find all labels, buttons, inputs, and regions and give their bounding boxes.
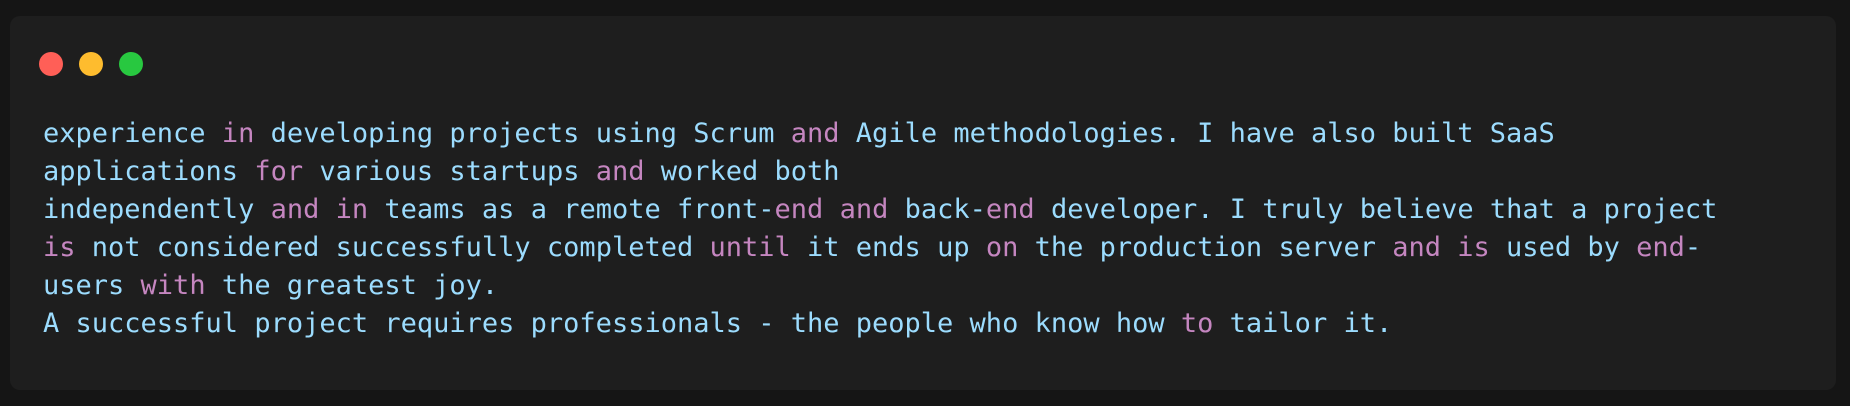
code-text: tailor it. xyxy=(1213,308,1393,339)
code-text: independently xyxy=(43,194,271,225)
code-keyword: until xyxy=(709,232,791,263)
code-keyword: end xyxy=(1636,232,1685,263)
maximize-button[interactable] xyxy=(119,52,143,76)
code-text: the production server xyxy=(1018,232,1393,263)
code-line: A successful project requires profession… xyxy=(43,305,1823,343)
code-text: applications xyxy=(43,156,255,187)
code-keyword: end xyxy=(774,194,824,225)
code-text: - xyxy=(1684,232,1702,263)
code-text: A successful project requires profession… xyxy=(43,308,1181,339)
code-keyword: with xyxy=(140,270,206,301)
code-keyword: and xyxy=(839,194,889,225)
code-text: Agile methodologies. I have also built S… xyxy=(839,118,1555,149)
code-text: the greatest joy. xyxy=(205,270,499,301)
code-keyword: for xyxy=(254,156,304,187)
code-keyword: to xyxy=(1180,308,1214,339)
code-text: worked both xyxy=(644,156,840,187)
code-line: is not considered successfully completed… xyxy=(43,229,1823,267)
code-text: various startups xyxy=(303,156,596,187)
code-line: applications for various startups and wo… xyxy=(43,153,1823,191)
code-window: experience in developing projects using … xyxy=(10,16,1836,390)
minimize-button[interactable] xyxy=(79,52,103,76)
close-button[interactable] xyxy=(39,52,63,76)
code-keyword: end xyxy=(985,194,1035,225)
code-text: developer. I truly believe that a projec… xyxy=(1034,194,1718,225)
code-text: it ends up xyxy=(790,232,986,263)
code-keyword: is xyxy=(43,232,76,263)
code-keyword: and xyxy=(790,118,840,149)
code-text: teams as a remote front- xyxy=(368,194,775,225)
code-text: not considered successfully completed xyxy=(75,232,710,263)
code-line: users with the greatest joy. xyxy=(43,267,1823,305)
code-keyword: on xyxy=(985,232,1019,263)
code-text: experience xyxy=(43,118,222,149)
code-keyword: in xyxy=(221,118,255,149)
code-keyword: is xyxy=(1457,232,1490,263)
code-text: users xyxy=(43,270,141,301)
code-text: back- xyxy=(888,194,986,225)
code-text: used by xyxy=(1489,232,1637,263)
code-line: experience in developing projects using … xyxy=(43,115,1823,153)
code-text: developing projects using Scrum xyxy=(254,118,791,149)
code-keyword: and xyxy=(270,194,320,225)
window-controls xyxy=(39,52,143,76)
code-keyword: and xyxy=(595,156,645,187)
code-keyword: and xyxy=(1392,232,1442,263)
code-keyword: in xyxy=(335,194,369,225)
code-line: independently and in teams as a remote f… xyxy=(43,191,1823,229)
code-block: experience in developing projects using … xyxy=(43,115,1823,343)
